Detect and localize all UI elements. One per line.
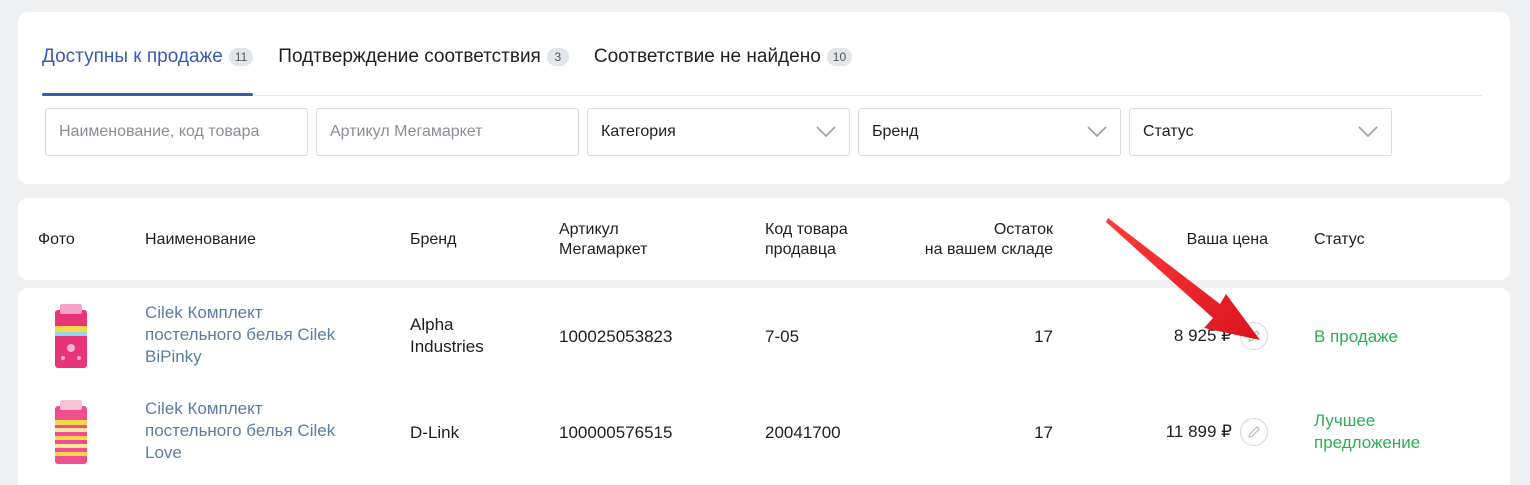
tab-available[interactable]: Доступны к продаже 11 [42,42,254,96]
pencil-icon [1248,425,1261,438]
name-search-input[interactable] [59,123,294,141]
chevron-down-icon [816,126,836,138]
product-status: Лучшее предложение [1314,410,1420,454]
product-status-line1: Лучшее [1314,411,1376,430]
col-stock-line1: Остаток [993,221,1053,238]
product-name-line1: Cilek Комплект [145,303,263,322]
chevron-down-icon [1087,126,1107,138]
tab-not-found[interactable]: Соответствие не найдено 10 [593,42,853,72]
col-seller-code-line2: продавца [765,241,836,258]
name-search-field [45,108,308,156]
category-select[interactable]: Категория [587,108,850,156]
product-price-value: 11 899 ₽ [1165,422,1232,441]
product-status-line2: предложение [1314,433,1421,452]
table-header: Фото Наименование Бренд Артикул Мегамарк… [18,198,1510,280]
product-name-link[interactable]: Cilek Комплект постельного белья Cilek L… [145,398,335,464]
col-stock: Остаток на вашем складе [893,220,1053,260]
tab-available-label: Доступны к продаже [42,46,223,67]
product-status: В продаже [1314,326,1398,348]
product-thumbnail[interactable] [51,304,91,370]
brand-select[interactable]: Бренд [858,108,1121,156]
brand-select-value: Бренд [872,123,919,140]
product-seller-code: 20041700 [765,423,841,442]
product-brand-line1: Alpha [410,315,454,334]
col-brand: Бренд [410,231,457,248]
col-article: Артикул Мегамаркет [559,220,647,260]
product-brand-line2: Industries [410,337,484,356]
product-article: 100000576515 [559,423,673,442]
chevron-down-icon [1358,126,1378,138]
col-article-line2: Мегамаркет [559,241,648,258]
product-brand: D-Link [410,422,459,444]
col-name: Наименование [145,231,256,248]
edit-price-button[interactable] [1240,418,1268,446]
col-price: Ваша цена [1186,231,1268,248]
tab-confirmation-count: 3 [546,48,569,66]
status-select-value: Статус [1143,123,1194,140]
product-article: 100025053823 [559,327,673,346]
tab-confirmation[interactable]: Подтверждение соответствия 3 [278,42,569,72]
table-row: Cilek Комплект постельного белья Cilek B… [18,292,1510,382]
product-name-link[interactable]: Cilek Комплект постельного белья Cilek B… [145,302,335,368]
col-seller-code: Код товара продавца [765,220,848,260]
product-stock: 17 [1034,423,1053,442]
filter-row: Категория Бренд Статус [45,108,1392,156]
table-row: Cilek Комплект постельного белья Cilek L… [18,388,1510,478]
product-name-line2: постельного белья Cilek [145,421,336,440]
col-article-line1: Артикул [559,221,619,238]
tabs-bar: Доступны к продаже 11 Подтверждение соот… [42,42,1482,96]
tab-confirmation-label: Подтверждение соответствия [278,46,541,67]
status-select[interactable]: Статус [1129,108,1392,156]
product-seller-code: 7-05 [765,327,800,346]
product-price: 8 925 ₽ [1138,322,1268,350]
col-seller-code-line1: Код товара [765,221,848,238]
product-price: 11 899 ₽ [1138,418,1268,446]
product-price-value: 8 925 ₽ [1173,326,1232,345]
product-name-line3: BiPinky [145,347,202,366]
category-select-value: Категория [601,123,676,140]
product-status-line1: В продаже [1314,327,1399,346]
col-stock-line2: на вашем складе [924,241,1053,258]
col-status: Статус [1314,231,1365,248]
product-name-line3: Love [145,443,182,462]
tab-not-found-label: Соответствие не найдено [593,46,821,67]
article-search-field [316,108,579,156]
product-name-line1: Cilek Комплект [145,399,263,418]
product-brand: Alpha Industries [410,314,484,358]
tab-available-count: 11 [228,48,254,66]
filters-card: Доступны к продаже 11 Подтверждение соот… [18,12,1510,184]
tab-not-found-count: 10 [826,48,853,66]
edit-price-button[interactable] [1240,322,1268,350]
article-search-input[interactable] [330,123,565,141]
col-photo: Фото [38,231,75,248]
pencil-icon [1248,329,1261,342]
product-thumbnail[interactable] [51,400,91,466]
product-name-line2: постельного белья Cilek [145,325,336,344]
product-stock: 17 [1034,327,1053,346]
product-brand-line1: D-Link [410,423,460,442]
table-body: Cilek Комплект постельного белья Cilek B… [18,288,1510,485]
